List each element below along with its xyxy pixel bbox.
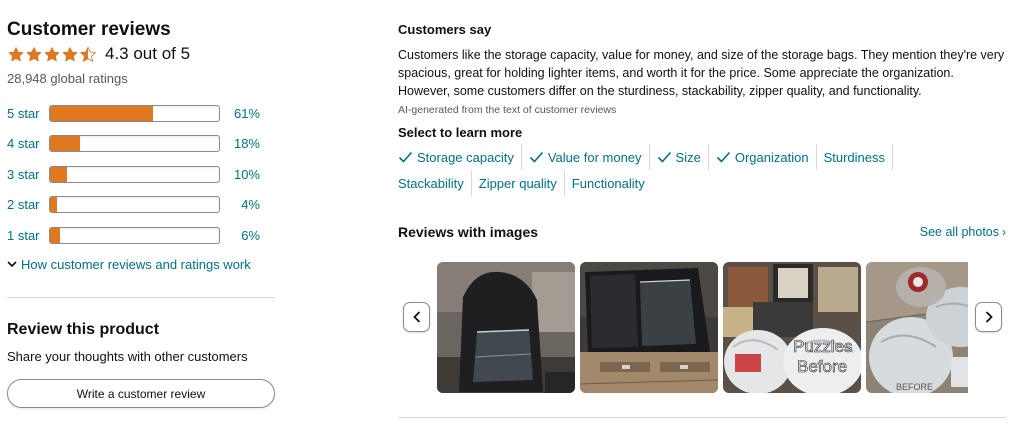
review-image-thumbnail[interactable] [437,262,575,393]
reviews-with-images-title: Reviews with images [398,224,539,240]
see-all-photos-link[interactable]: See all photos › [920,225,1006,239]
star-half-icon [79,45,97,62]
ai-generated-note: AI-generated from the text of customer r… [398,104,617,116]
review-image-thumbnail[interactable]: Puzzles Before [723,262,861,393]
customers-say-section: Customers say Customers like the storage… [398,22,1010,196]
chevron-right-icon [985,311,993,323]
chip-label[interactable]: Sturdiness [824,150,885,165]
chip-label[interactable]: Storage capacity [417,150,514,165]
chip-stackability[interactable]: Stackability [398,170,472,196]
review-photo [437,262,575,393]
chip-zipper-quality[interactable]: Zipper quality [472,170,565,196]
review-this-product-section: Review this product Share your thoughts … [7,321,277,408]
histogram-percent[interactable]: 61% [220,106,260,121]
histogram-bar-fill [50,227,61,243]
histogram-bar-fill [50,166,67,182]
chip-size[interactable]: Size [650,144,709,170]
histogram-label[interactable]: 1 star [7,228,49,243]
customers-say-title: Customers say [398,22,492,37]
carousel-next-button[interactable] [975,302,1002,332]
histogram-row-2[interactable]: 2 star 4% [7,190,277,221]
histogram-bar[interactable] [49,104,220,122]
chip-functionality[interactable]: Functionality [565,170,652,196]
histogram-percent[interactable]: 18% [220,136,260,151]
check-icon [716,151,730,163]
select-to-learn-more: Select to learn more [398,125,523,140]
review-image-thumbnail[interactable]: BEFORE [866,262,968,393]
aspect-chips: Storage capacity Value for money Size Or… [398,144,958,196]
customers-say-summary: Customers like the storage capacity, val… [398,48,1005,98]
review-product-subtitle: Share your thoughts with other customers [7,349,248,364]
how-reviews-work-link[interactable]: How customer reviews and ratings work [7,257,277,272]
histogram-bar[interactable] [49,226,220,244]
divider [7,297,275,298]
star-icon [8,46,24,62]
histogram-percent[interactable]: 6% [220,228,260,243]
histogram-bar[interactable] [49,135,220,153]
customer-reviews-section: Customer reviews 4.3 out of 5 28,948 glo… [7,18,277,272]
chip-sturdiness[interactable]: Sturdiness [817,144,893,170]
chip-label[interactable]: Value for money [548,150,642,165]
how-reviews-work-label[interactable]: How customer reviews and ratings work [21,257,251,272]
photo-caption: Puzzles [793,337,853,356]
histogram-bar[interactable] [49,165,220,183]
chip-label[interactable]: Stackability [398,176,464,191]
star-icon [62,46,78,62]
star-rating [7,45,97,63]
review-product-title: Review this product [7,321,160,338]
rating-histogram: 5 star 61% 4 star 18% 3 star 10% 2 star … [7,98,277,251]
chevron-down-icon [7,261,17,268]
review-photo: BEFORE [866,262,968,393]
star-icon [44,46,60,62]
see-all-photos-label[interactable]: See all photos [920,225,999,239]
chip-label[interactable]: Functionality [572,176,645,191]
star-icon [26,46,42,62]
histogram-label[interactable]: 3 star [7,167,49,182]
histogram-row-3[interactable]: 3 star 10% [7,159,277,190]
chevron-left-icon [412,311,420,323]
average-rating[interactable]: 4.3 out of 5 [7,43,277,65]
review-photo: Puzzles Before [723,262,861,393]
histogram-row-1[interactable]: 1 star 6% [7,220,277,251]
histogram-label[interactable]: 2 star [7,197,49,212]
histogram-bar-fill [50,136,81,152]
divider [398,417,1006,418]
check-icon [398,151,413,163]
check-icon [657,151,671,163]
chevron-right-icon: › [1002,225,1006,239]
histogram-bar[interactable] [49,196,220,214]
chip-label[interactable]: Zipper quality [479,176,557,191]
customer-reviews-title: Customer reviews [7,19,171,40]
histogram-bar-fill [50,197,57,213]
histogram-label[interactable]: 4 star [7,136,49,151]
check-icon [529,151,543,163]
chip-organization[interactable]: Organization [709,144,817,170]
write-review-button[interactable]: Write a customer review [7,379,275,408]
reviews-with-images-header: Reviews with images See all photos › [398,224,1006,240]
chip-value-for-money[interactable]: Value for money [522,144,650,170]
rating-text: 4.3 out of 5 [105,44,191,63]
chip-storage-capacity[interactable]: Storage capacity [398,144,522,170]
histogram-percent[interactable]: 4% [220,197,260,212]
chip-label[interactable]: Organization [735,150,809,165]
review-image-thumbnail[interactable] [580,262,718,393]
photo-caption: BEFORE [896,382,933,392]
review-photo [580,262,718,393]
histogram-label[interactable]: 5 star [7,106,49,121]
global-ratings-count: 28,948 global ratings [7,71,128,86]
photo-caption: Before [797,357,847,376]
histogram-bar-fill [50,105,154,121]
carousel-prev-button[interactable] [403,302,430,332]
histogram-percent[interactable]: 10% [220,167,260,182]
histogram-row-4[interactable]: 4 star 18% [7,129,277,160]
review-images-carousel: Puzzles Before BEFORE [437,262,968,393]
histogram-row-5[interactable]: 5 star 61% [7,98,277,129]
chip-label[interactable]: Size [676,150,701,165]
